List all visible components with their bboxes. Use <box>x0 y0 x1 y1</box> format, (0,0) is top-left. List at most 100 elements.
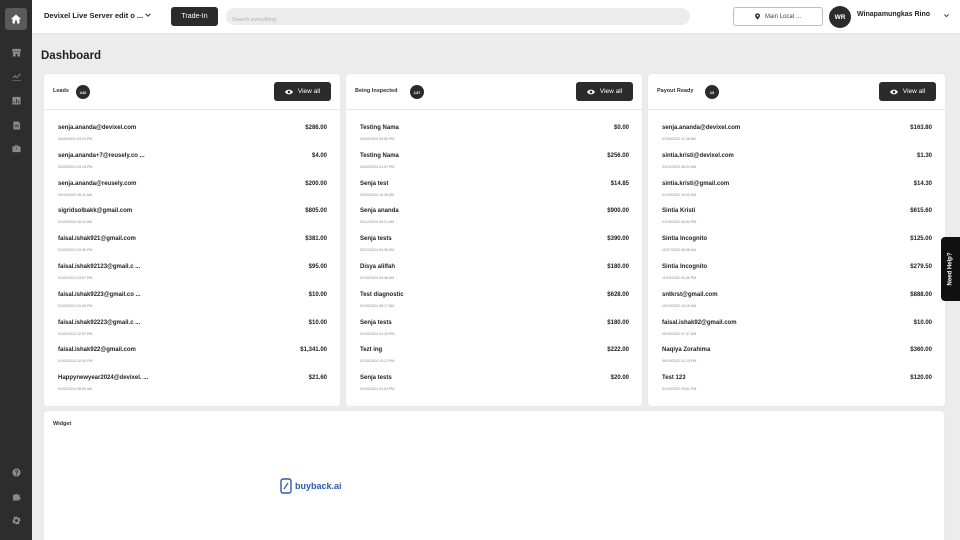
list-item[interactable]: Test 123 01/24/2022 03:51 PM $120.00 <box>648 375 945 401</box>
search-input[interactable] <box>226 11 690 29</box>
leads-card: Leads 242 View all senja.ananda@devixel.… <box>44 74 340 406</box>
view-all-label: View all <box>297 88 321 95</box>
list-item[interactable]: Sintia Kristi 01/18/2022 04:54 PM $615.60 <box>648 208 945 234</box>
list-item[interactable]: Happynewyear2024@devixel. ... 01/02/2024 … <box>44 375 340 401</box>
list-item[interactable]: senja.ananda@reusely.com 03/19/2024 08:11… <box>44 181 340 207</box>
list-item[interactable]: sintia.kristi@gmail.com 01/26/2022 10:00 … <box>648 181 945 207</box>
map-pin-icon <box>755 13 760 20</box>
lead-amount: $200.00 <box>305 180 327 187</box>
card-title: Leads <box>53 88 69 94</box>
home-icon[interactable] <box>5 8 27 30</box>
list-item[interactable]: Sintia Incognito 11/07/2022 08:35 AM $125.… <box>648 236 945 262</box>
eye-icon <box>586 89 595 94</box>
payout-date: 01/24/2022 03:51 PM <box>662 387 697 392</box>
list-item[interactable]: senja.ananda@devixel.com 07/26/2023 11:35… <box>648 125 945 151</box>
report-icon[interactable] <box>6 90 26 110</box>
inspection-name: Senja tests <box>360 375 392 382</box>
store-icon[interactable] <box>6 42 26 62</box>
list-item[interactable]: Test diagnostic 02/16/2024 08:17 AM $628.0… <box>346 292 642 318</box>
need-help-tab[interactable]: Need Help? <box>941 237 960 301</box>
lead-email: faisal.ishak92223@gmail.c ... <box>58 319 141 326</box>
list-item[interactable]: Naqiya Zorahima 08/19/2022 01:15 PM $360.0… <box>648 347 945 373</box>
inspection-date: 02/21/2024 09:35 AM <box>360 248 395 253</box>
list-item[interactable]: Senja tests 02/21/2024 09:35 AM $390.00 <box>346 236 642 262</box>
location-selector[interactable]: Main Locat ... <box>733 7 823 26</box>
list-item[interactable]: sntkrst@gmail.com 10/13/2022 10:19 AM $888… <box>648 292 945 318</box>
payout-name: Test 123 <box>662 375 686 382</box>
inspection-date: 04/29/2024 01:57 PM <box>360 164 395 169</box>
inspection-amount: $900.00 <box>607 208 629 215</box>
list-item[interactable]: sigridsolbakk@gmail.com 01/23/2024 08:12 … <box>44 208 340 234</box>
view-all-payout-button[interactable]: View all <box>879 82 936 101</box>
workspace-selector[interactable]: Devixel Live Server edit o ... <box>44 11 143 20</box>
list-item[interactable]: Senja test 03/15/2024 10:28 AM $14.85 <box>346 181 642 207</box>
payout-amount: $888.00 <box>910 291 932 298</box>
trade-in-button[interactable]: Trade-In <box>171 7 218 26</box>
inspection-amount: $0.00 <box>613 125 629 131</box>
list-item[interactable]: Tezt ing 02/15/2024 10:12 PM $222.00 <box>346 347 642 373</box>
widget-title: Widget <box>53 421 72 427</box>
view-all-inspected-button[interactable]: View all <box>576 82 633 101</box>
list-item[interactable]: sintia.kristi@devixel.com 03/10/2023 08:2… <box>648 153 945 179</box>
list-item[interactable]: faisal.ishak92123@gmail.c ... 01/02/2024 … <box>44 264 340 290</box>
lead-amount: $10.00 <box>308 319 327 326</box>
chevron-down-icon[interactable] <box>144 11 152 19</box>
payout-amount: $10.00 <box>913 319 932 326</box>
avatar[interactable]: WR <box>829 6 851 28</box>
view-all-leads-button[interactable]: View all <box>274 82 331 101</box>
help-icon[interactable] <box>6 462 26 482</box>
payout-ready-card: Payout Ready 13 View all senja.ananda@de… <box>648 74 945 406</box>
payout-name: Sintia Incognito <box>662 236 707 243</box>
lead-email: faisal.ishak921@gmail.com <box>58 236 136 243</box>
list-item[interactable]: Senja ananda 03/12/2024 08:21 AM $900.00 <box>346 208 642 234</box>
payout-date: 08/19/2022 01:15 PM <box>662 359 697 364</box>
lead-email: faisal.ishak92123@gmail.c ... <box>58 264 141 270</box>
payout-name: Naqiya Zorahima <box>662 347 711 354</box>
toolbox-icon[interactable] <box>6 138 26 158</box>
chart-icon[interactable] <box>6 66 26 86</box>
inspection-name: Senja ananda <box>360 208 399 215</box>
location-label: Main Locat ... <box>765 13 802 20</box>
card-title: Payout Ready <box>657 88 694 94</box>
list-item[interactable]: Sintia Incognito 11/03/2022 03:36 PM $279.… <box>648 264 945 290</box>
list-item[interactable]: Disya alilfah 02/19/2024 09:48 AM $180.00 <box>346 264 642 290</box>
payout-name: sintia.kristi@gmail.com <box>662 180 730 187</box>
list-item[interactable]: faisal.ishak922@gmail.com 01/02/2024 12:5… <box>44 347 340 373</box>
lead-date: 01/02/2024 12:54 PM <box>58 359 93 364</box>
payout-name: faisal.ishak92@gmail.com <box>662 319 737 326</box>
view-all-label: View all <box>599 88 623 95</box>
lead-amount: $805.00 <box>305 208 327 215</box>
list-item[interactable]: faisal.ishak92@gmail.com 09/18/2022 07:47… <box>648 320 945 346</box>
list-item[interactable]: Testing Nama 04/29/2024 05:50 PM $0.00 <box>346 125 642 151</box>
lead-date: 01/02/2024 01:00 PM <box>58 303 93 308</box>
payout-name: sntkrst@gmail.com <box>662 291 718 298</box>
lead-amount: $286.00 <box>305 125 327 131</box>
settings-icon[interactable] <box>6 510 26 530</box>
lead-email: senja.ananda@reusely.com <box>58 180 137 187</box>
list-item[interactable]: faisal.ishak921@gmail.com 01/02/2024 03:3… <box>44 236 340 262</box>
document-icon[interactable] <box>6 115 26 135</box>
inspection-amount: $628.00 <box>607 291 629 298</box>
user-menu-chevron-icon[interactable] <box>943 12 950 19</box>
inspection-amount: $20.00 <box>610 375 629 382</box>
card-header: Leads 242 View all <box>44 74 340 110</box>
list-item[interactable]: Senja tests 02/15/2024 01:25 PM $180.00 <box>346 320 642 346</box>
list-item[interactable]: Testing Nama 04/29/2024 01:57 PM $256.00 <box>346 153 642 179</box>
puzzle-icon[interactable] <box>6 486 26 506</box>
inspection-name: Senja tests <box>360 319 392 326</box>
card-header: Payout Ready 13 View all <box>648 74 945 110</box>
lead-date: 03/19/2024 08:11 AM <box>58 192 92 197</box>
inspection-name: Test diagnostic <box>360 291 404 298</box>
lead-date: 01/02/2024 03:07 PM <box>58 276 93 280</box>
list-item[interactable]: faisal.ishak9223@gmail.co ... 01/02/2024 … <box>44 292 340 318</box>
payout-amount: $279.50 <box>910 264 932 270</box>
list-item[interactable]: faisal.ishak92223@gmail.c ... 01/02/2024 … <box>44 320 340 346</box>
list-item[interactable]: senja.ananda+7@reusely.co ... 03/26/2024 … <box>44 153 340 179</box>
payout-name: Sintia Kristi <box>662 208 696 215</box>
list-item[interactable]: senja.ananda@devixel.com 04/26/2024 04:13… <box>44 125 340 151</box>
lead-date: 04/26/2024 04:13 PM <box>58 137 93 141</box>
user-name[interactable]: Winapamungkas Rino <box>857 11 930 18</box>
list-item[interactable]: Senja tests 02/15/2024 01:04 PM $20.00 <box>346 375 642 401</box>
being-inspected-card: Being Inspected 147 View all Testing Nam… <box>346 74 642 406</box>
payout-amount: $120.00 <box>910 375 932 382</box>
